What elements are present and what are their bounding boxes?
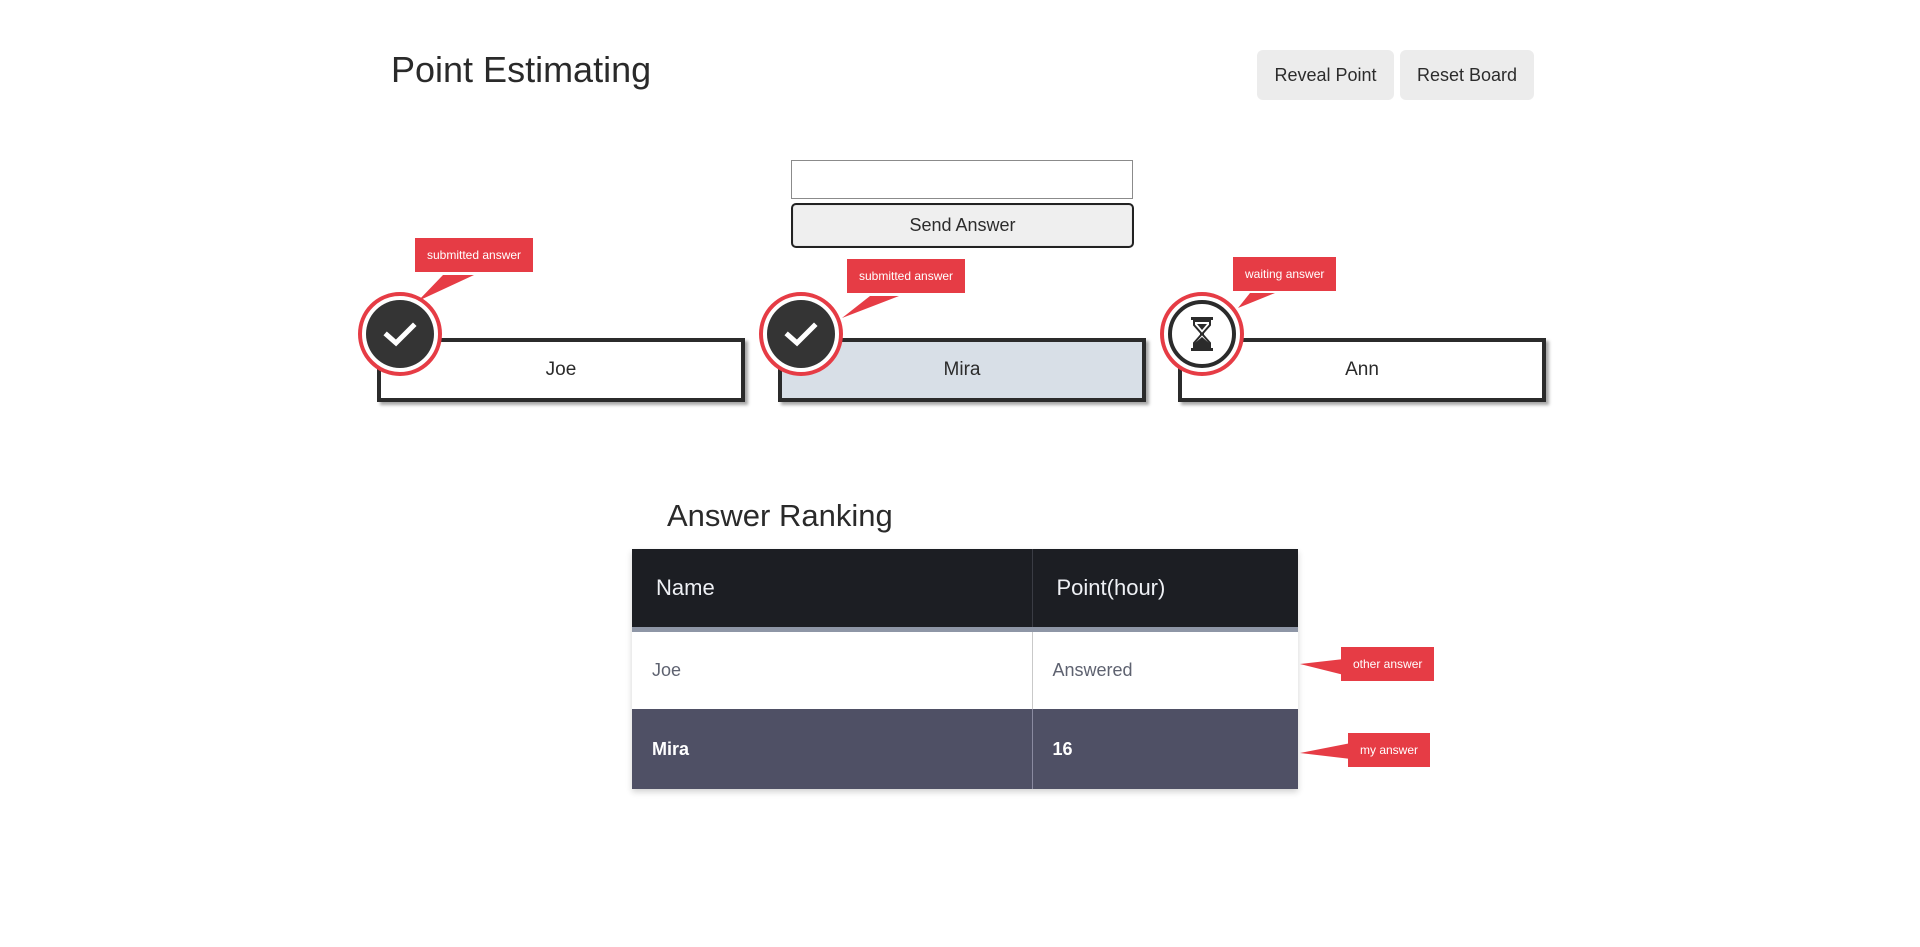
ranking-table: Name Point(hour) Joe Answered Mira 16 bbox=[632, 549, 1298, 789]
table-header-row: Name Point(hour) bbox=[632, 549, 1298, 632]
callout-ann-status: waiting answer bbox=[1233, 257, 1337, 291]
column-header-name: Name bbox=[632, 549, 1032, 632]
hourglass-icon bbox=[1168, 300, 1236, 368]
cell-point: Answered bbox=[1031, 629, 1298, 709]
send-answer-button[interactable]: Send Answer bbox=[791, 203, 1134, 248]
cell-point: 16 bbox=[1031, 709, 1298, 789]
check-icon bbox=[767, 300, 835, 368]
page: Point Estimating Reveal Point Reset Boar… bbox=[0, 0, 1920, 947]
player-name: Ann bbox=[1345, 359, 1379, 380]
ranking-title: Answer Ranking bbox=[667, 498, 893, 533]
status-badge-joe bbox=[358, 292, 442, 376]
reset-board-button[interactable]: Reset Board bbox=[1400, 50, 1534, 100]
callout-other-answer: other answer bbox=[1341, 647, 1435, 681]
table-row-mine: Mira 16 bbox=[632, 709, 1298, 789]
callout-mira-status: submitted answer bbox=[847, 259, 966, 293]
player-name: Mira bbox=[943, 359, 981, 380]
player-name: Joe bbox=[545, 359, 577, 380]
reveal-point-button[interactable]: Reveal Point bbox=[1257, 50, 1394, 100]
status-badge-mira bbox=[759, 292, 843, 376]
status-badge-ann bbox=[1160, 292, 1244, 376]
callout-joe-status: submitted answer bbox=[415, 238, 534, 272]
cell-name: Mira bbox=[632, 709, 1032, 789]
check-icon bbox=[366, 300, 434, 368]
cell-name: Joe bbox=[632, 629, 1032, 709]
answer-input[interactable] bbox=[791, 160, 1133, 199]
page-title: Point Estimating bbox=[391, 49, 652, 90]
callout-my-answer: my answer bbox=[1348, 733, 1431, 767]
table-row: Joe Answered bbox=[632, 629, 1298, 709]
column-header-point: Point(hour) bbox=[1031, 549, 1298, 632]
callout-tails bbox=[418, 275, 1351, 759]
